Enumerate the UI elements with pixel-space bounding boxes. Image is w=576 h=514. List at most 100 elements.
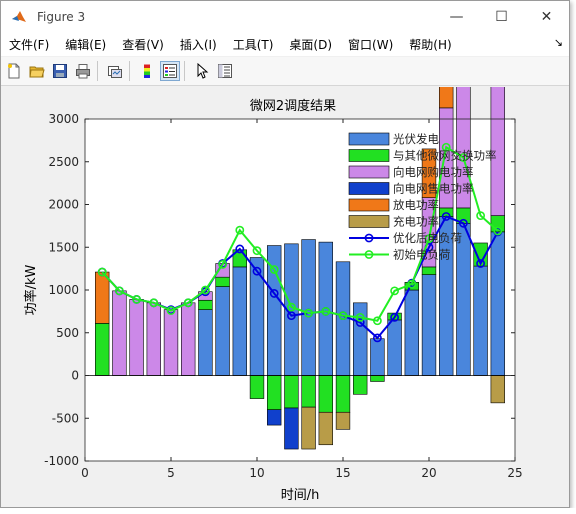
bar-pv: [473, 265, 488, 376]
y-tick-label: 0: [71, 369, 79, 383]
menu-help[interactable]: 帮助(H): [401, 36, 459, 53]
chart-title: 微网2调度结果: [250, 98, 336, 114]
open-file-icon[interactable]: [27, 61, 47, 81]
legend-label: 向电网购电功率: [393, 165, 474, 179]
legend-label: 优化后电负荷: [393, 231, 462, 245]
y-tick-label: 1500: [48, 240, 79, 254]
bar-charge: [335, 411, 351, 430]
legend-label: 初始电负荷: [393, 248, 451, 262]
bar-exchange: [421, 266, 437, 275]
menu-insert[interactable]: 插入(I): [172, 36, 225, 53]
legend-label: 向电网售电功率: [393, 182, 474, 196]
bar-exchange: [335, 375, 351, 413]
legend-label: 光伏发电: [393, 132, 439, 146]
bar-pv: [215, 286, 230, 376]
colorbar-icon[interactable]: [137, 61, 157, 81]
print-icon[interactable]: [73, 61, 93, 81]
menu-bar: 文件(F) 编辑(E) 查看(V) 插入(I) 工具(T) 桌面(D) 窗口(W…: [1, 32, 569, 56]
bar-pv: [232, 266, 247, 376]
bar-exchange: [301, 375, 316, 408]
property-editor-icon[interactable]: [215, 61, 235, 81]
bar-exchange: [215, 276, 230, 287]
bar-buy: [181, 302, 196, 376]
close-icon: ✕: [540, 8, 553, 25]
x-tick-label: 15: [335, 466, 350, 480]
toolbar-separator: [184, 61, 185, 81]
bar-exchange: [318, 375, 333, 413]
figure-canvas: 微网2调度结果 0 5 10 15 20 25 -1000 -500 0 500 1000 1500 2…: [9, 55, 563, 505]
bar-exchange: [490, 215, 505, 233]
matlab-logo-icon: [12, 10, 26, 22]
bar-buy: [129, 299, 144, 376]
minimize-button[interactable]: —: [434, 1, 479, 32]
menu-dock-arrow-icon[interactable]: ↘: [554, 36, 563, 49]
menu-file[interactable]: 文件(F): [1, 36, 57, 53]
bar-pv: [198, 309, 213, 376]
bar-charge: [318, 411, 333, 446]
bar-pv: [301, 239, 316, 376]
y-tick-label: 3000: [48, 112, 79, 126]
x-tick-label: 20: [421, 466, 436, 480]
menu-desktop[interactable]: 桌面(D): [281, 36, 340, 53]
new-figure-icon[interactable]: [4, 61, 24, 81]
bar-sell: [284, 407, 299, 450]
legend-swatch-discharge: [348, 198, 390, 212]
close-button[interactable]: ✕: [524, 1, 569, 32]
bar-charge: [301, 406, 316, 450]
bar-pv: [421, 274, 437, 376]
x-axis-label: 时间/h: [281, 488, 320, 503]
bar-exchange: [370, 375, 385, 382]
x-tick-label: 5: [167, 466, 175, 480]
bar-pv: [318, 241, 333, 376]
minimize-icon: —: [449, 8, 464, 25]
y-tick-label: 500: [56, 326, 79, 340]
bar-exchange: [249, 375, 265, 399]
toolbar-separator: [97, 61, 98, 81]
maximize-icon: ☐: [495, 8, 508, 25]
legend-label: 充电功率: [393, 215, 439, 229]
background-strip: [0, 508, 576, 514]
bar-buy: [146, 302, 161, 376]
bar-pv: [456, 223, 471, 376]
bar-charge: [490, 375, 505, 404]
bar-exchange: [267, 375, 282, 411]
y-axis-label: 功率/kW: [23, 264, 39, 315]
bar-exchange: [198, 299, 213, 310]
bar-pv: [387, 319, 402, 376]
bar-pv: [404, 289, 419, 376]
bar-discharge: [439, 55, 454, 109]
legend-swatch-buy: [348, 165, 390, 179]
link-plot-icon[interactable]: [105, 61, 125, 81]
legend-swatch-pv: [348, 132, 390, 146]
toolbar-separator: [129, 61, 130, 81]
pointer-icon[interactable]: [192, 61, 212, 81]
bar-pv: [490, 231, 505, 376]
y-tick-label: -500: [52, 411, 79, 425]
y-tick-label: 1000: [48, 283, 79, 297]
bar-discharge: [95, 271, 110, 324]
menu-tools[interactable]: 工具(T): [225, 36, 282, 53]
maximize-button[interactable]: ☐: [479, 1, 524, 32]
bar-buy: [112, 290, 127, 376]
x-tick-label: 10: [249, 466, 264, 480]
figure-window: Figure 3 — ☐ ✕ 文件(F) 编辑(E) 查看(V) 插入(I) 工…: [0, 0, 570, 508]
menu-view[interactable]: 查看(V): [114, 36, 172, 53]
save-icon[interactable]: [50, 61, 70, 81]
bar-exchange: [353, 375, 368, 395]
menu-window[interactable]: 窗口(W): [340, 36, 401, 53]
x-tick-label: 0: [81, 466, 89, 480]
bar-pv: [370, 338, 385, 376]
title-bar[interactable]: Figure 3 — ☐ ✕: [1, 1, 569, 32]
bar-buy: [163, 309, 179, 376]
legend-label: 与其他微网交换功率: [393, 149, 497, 163]
x-tick-label: 25: [507, 466, 522, 480]
y-tick-label: 2500: [48, 155, 79, 169]
legend-swatch-sell: [348, 182, 390, 195]
menu-edit[interactable]: 编辑(E): [57, 36, 114, 53]
chart-svg: 微网2调度结果 0 5 10 15 20 25 -1000 -500 0 500 1000 1500 2…: [23, 55, 523, 503]
y-tick-label: -1000: [44, 454, 79, 468]
bar-exchange: [284, 375, 299, 409]
legend-icon[interactable]: [160, 61, 180, 81]
bar-exchange: [95, 323, 110, 376]
legend-label: 放电功率: [393, 198, 439, 212]
